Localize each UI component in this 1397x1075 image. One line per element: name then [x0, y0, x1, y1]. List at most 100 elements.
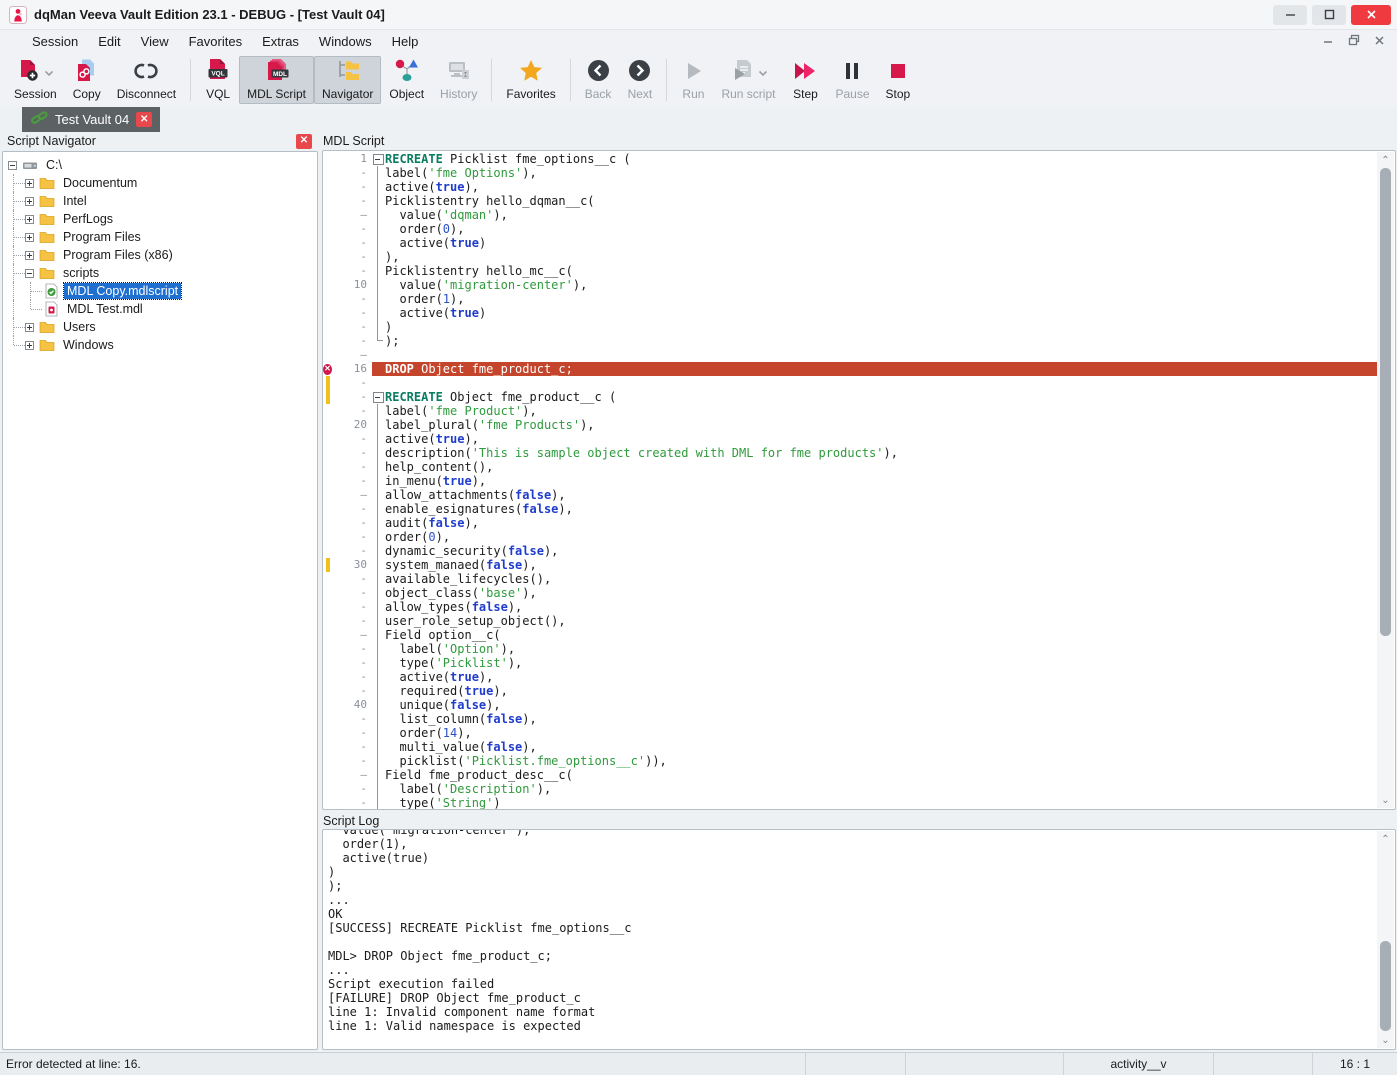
- tree-item-windows[interactable]: Windows: [3, 336, 317, 354]
- tree-item-program-files[interactable]: Program Files: [3, 228, 317, 246]
- expand-icon[interactable]: [25, 251, 34, 260]
- editor-line-39[interactable]: - required(true),: [323, 684, 1377, 698]
- object-button[interactable]: Object: [381, 56, 432, 104]
- editor-line-21[interactable]: -active(true),: [323, 432, 1377, 446]
- disconnect-button[interactable]: Disconnect: [109, 56, 184, 104]
- tree-item-intel[interactable]: Intel: [3, 192, 317, 210]
- tree-item-perflogs[interactable]: PerfLogs: [3, 210, 317, 228]
- collapse-icon[interactable]: [8, 161, 17, 170]
- scroll-down-icon[interactable]: ⌄: [1377, 792, 1394, 808]
- editor-line-31[interactable]: -available_lifecycles(),: [323, 572, 1377, 586]
- editor-line-2[interactable]: -label('fme Options'),: [323, 166, 1377, 180]
- editor-line-5[interactable]: – value('dqman'),: [323, 208, 1377, 222]
- close-button[interactable]: [1351, 5, 1391, 25]
- editor-line-32[interactable]: -object_class('base'),: [323, 586, 1377, 600]
- editor-line-38[interactable]: - active(true),: [323, 670, 1377, 684]
- editor-line-41[interactable]: - list_column(false),: [323, 712, 1377, 726]
- expand-icon[interactable]: [25, 233, 34, 242]
- expand-icon[interactable]: [25, 197, 34, 206]
- favorites-button[interactable]: Favorites: [498, 56, 563, 104]
- run-script-button[interactable]: Run script: [713, 56, 783, 104]
- menu-help[interactable]: Help: [382, 30, 429, 53]
- back-button[interactable]: Back: [577, 56, 620, 104]
- editor-line-33[interactable]: -allow_types(false),: [323, 600, 1377, 614]
- tree-item-c[interactable]: C:\: [3, 156, 317, 174]
- expand-icon[interactable]: [25, 179, 34, 188]
- navigator-button[interactable]: Navigator: [314, 56, 381, 104]
- editor-line-35[interactable]: –Field option__c(: [323, 628, 1377, 642]
- scroll-up-icon[interactable]: ⌃: [1377, 152, 1394, 168]
- editor-line-27[interactable]: -audit(false),: [323, 516, 1377, 530]
- step-button[interactable]: Step: [783, 56, 827, 104]
- editor-line-25[interactable]: –allow_attachments(false),: [323, 488, 1377, 502]
- log-scroll-thumb[interactable]: [1380, 941, 1391, 1031]
- editor-line-4[interactable]: -Picklistentry hello_dqman__c(: [323, 194, 1377, 208]
- scroll-down-icon[interactable]: ⌄: [1377, 1032, 1394, 1048]
- editor-line-23[interactable]: -help_content(),: [323, 460, 1377, 474]
- session-button[interactable]: Session: [6, 56, 65, 104]
- editor-line-17[interactable]: -: [323, 376, 1377, 390]
- script-navigator-close-icon[interactable]: ✕: [296, 134, 312, 149]
- editor-line-14[interactable]: -);: [323, 334, 1377, 348]
- vql-button[interactable]: VQLVQL: [197, 56, 239, 104]
- menu-edit[interactable]: Edit: [88, 30, 130, 53]
- chevron-down-icon[interactable]: [44, 64, 54, 82]
- editor-scroll-thumb[interactable]: [1380, 168, 1391, 636]
- collapse-icon[interactable]: [25, 269, 34, 278]
- chevron-down-icon[interactable]: [758, 64, 768, 82]
- copy-button[interactable]: Copy: [65, 56, 109, 104]
- editor-line-20[interactable]: 20label_plural('fme Products'),: [323, 418, 1377, 432]
- stop-button[interactable]: Stop: [878, 56, 919, 104]
- editor-line-24[interactable]: -in_menu(true),: [323, 474, 1377, 488]
- editor-line-36[interactable]: - label('Option'),: [323, 642, 1377, 656]
- scroll-up-icon[interactable]: ⌃: [1377, 831, 1394, 847]
- editor-line-13[interactable]: -): [323, 320, 1377, 334]
- tree-item-mdl-test-mdl[interactable]: MDL Test.mdl: [3, 300, 317, 318]
- editor-line-30[interactable]: 30system_manaed(false),: [323, 558, 1377, 572]
- editor-line-40[interactable]: 40 unique(false),: [323, 698, 1377, 712]
- tab-close-icon[interactable]: ✕: [136, 112, 152, 127]
- editor-line-43[interactable]: - multi_value(false),: [323, 740, 1377, 754]
- history-button[interactable]: History: [432, 56, 485, 104]
- expand-icon[interactable]: [25, 215, 34, 224]
- pause-button[interactable]: Pause: [827, 56, 877, 104]
- log-vertical-scrollbar[interactable]: ⌃ ⌄: [1377, 831, 1394, 1048]
- tree-item-program-files-x86[interactable]: Program Files (x86): [3, 246, 317, 264]
- editor-line-46[interactable]: - label('Description'),: [323, 782, 1377, 796]
- next-button[interactable]: Next: [619, 56, 660, 104]
- code-editor[interactable]: 1RECREATE Picklist fme_options__c (-labe…: [322, 150, 1396, 810]
- menu-view[interactable]: View: [131, 30, 179, 53]
- fold-collapse-icon[interactable]: [372, 152, 385, 166]
- editor-line-37[interactable]: - type('Picklist'),: [323, 656, 1377, 670]
- editor-line-1[interactable]: 1RECREATE Picklist fme_options__c (: [323, 152, 1377, 166]
- editor-line-26[interactable]: -enable_esignatures(false),: [323, 502, 1377, 516]
- tab-test-vault-04[interactable]: Test Vault 04 ✕: [22, 107, 160, 132]
- menu-favorites[interactable]: Favorites: [179, 30, 252, 53]
- editor-line-6[interactable]: - order(0),: [323, 222, 1377, 236]
- menu-session[interactable]: Session: [22, 30, 88, 53]
- editor-line-47[interactable]: - type('String'): [323, 796, 1377, 810]
- mdi-close-icon[interactable]: [1374, 33, 1385, 51]
- tree-item-scripts[interactable]: scripts: [3, 264, 317, 282]
- editor-line-7[interactable]: - active(true): [323, 236, 1377, 250]
- editor-line-16[interactable]: ✕16DROP Object fme_product_c;: [323, 362, 1377, 376]
- editor-line-15[interactable]: –: [323, 348, 1377, 362]
- mdi-minimize-icon[interactable]: [1323, 33, 1334, 51]
- tree-item-users[interactable]: Users: [3, 318, 317, 336]
- editor-line-45[interactable]: –Field fme_product_desc__c(: [323, 768, 1377, 782]
- tree-item-documentum[interactable]: Documentum: [3, 174, 317, 192]
- editor-line-18[interactable]: -RECREATE Object fme_product__c (: [323, 390, 1377, 404]
- tree-item-mdl-copy-mdlscript[interactable]: MDL Copy.mdlscript: [3, 282, 317, 300]
- run-button[interactable]: Run: [673, 56, 713, 104]
- editor-line-8[interactable]: -),: [323, 250, 1377, 264]
- maximize-button[interactable]: [1312, 5, 1346, 25]
- editor-line-3[interactable]: -active(true),: [323, 180, 1377, 194]
- editor-line-29[interactable]: -dynamic_security(false),: [323, 544, 1377, 558]
- fold-collapse-icon[interactable]: [372, 390, 385, 404]
- mdl-script-button[interactable]: MDLMDL Script: [239, 56, 314, 104]
- editor-vertical-scrollbar[interactable]: ⌃ ⌄: [1377, 152, 1394, 808]
- editor-line-9[interactable]: -Picklistentry hello_mc__c(: [323, 264, 1377, 278]
- expand-icon[interactable]: [25, 341, 34, 350]
- editor-line-28[interactable]: -order(0),: [323, 530, 1377, 544]
- editor-line-10[interactable]: 10 value('migration-center'),: [323, 278, 1377, 292]
